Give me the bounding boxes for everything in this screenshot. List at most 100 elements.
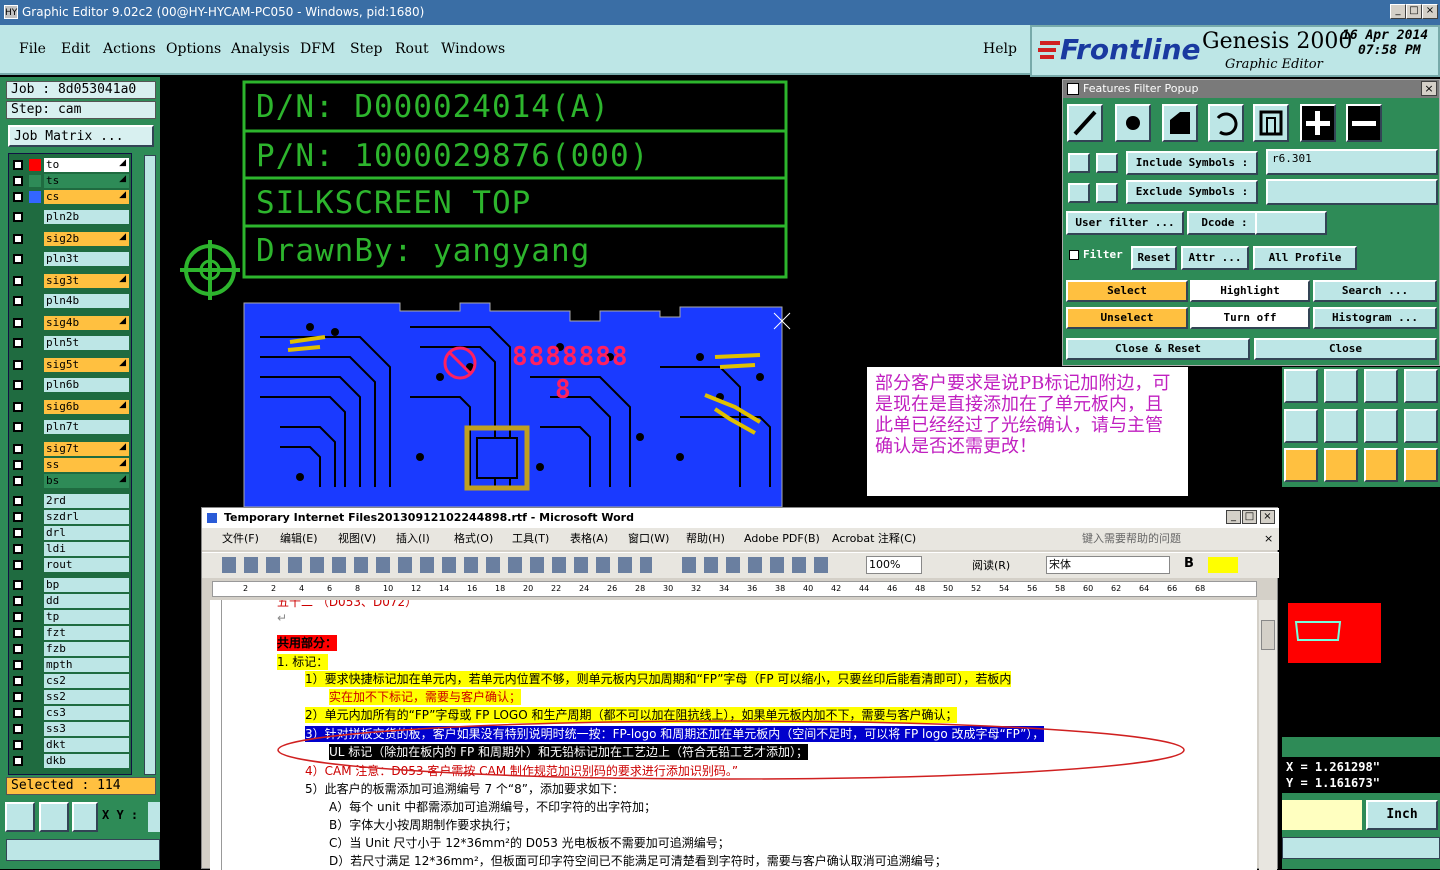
layer-menu-icon[interactable]: ◢ [119, 474, 126, 484]
layer-row-dkt[interactable]: dkt [11, 738, 129, 752]
reset-button[interactable]: Reset [1131, 246, 1177, 270]
layer-name[interactable]: cs [44, 190, 129, 204]
line-move-icon[interactable] [1324, 369, 1358, 403]
layer-name[interactable]: ts [44, 174, 129, 188]
word-menu-table[interactable]: 表格(A) [570, 528, 608, 550]
layer-name[interactable]: szdrl [44, 510, 129, 524]
triangle-tool-4-icon[interactable] [1404, 409, 1438, 443]
layer-checkbox[interactable] [13, 628, 23, 638]
layer-checkbox[interactable] [13, 612, 23, 622]
layer-checkbox[interactable] [13, 580, 23, 590]
coords-input[interactable] [1282, 800, 1362, 830]
word-menu-tools[interactable]: 工具(T) [512, 528, 549, 550]
layer-name[interactable]: bs [44, 474, 129, 488]
close-reset-button[interactable]: Close & Reset [1066, 338, 1250, 360]
dcode-input[interactable] [1255, 211, 1327, 235]
layer-checkbox[interactable] [13, 360, 23, 370]
layer-row-bs[interactable]: bs ◢ [11, 474, 129, 488]
pointer-box-icon[interactable] [1324, 448, 1358, 482]
layer-menu-icon[interactable]: ◢ [119, 158, 126, 168]
layer-checkbox[interactable] [13, 460, 23, 470]
word-menu-adobe-pdf[interactable]: Adobe PDF(B) [744, 528, 820, 550]
grid-tool-icon[interactable] [72, 802, 98, 832]
include-symbols-input[interactable]: r6.301 [1266, 149, 1438, 175]
layer-menu-icon[interactable]: ◢ [119, 232, 126, 242]
layer-row-sig7t[interactable]: sig7t ◢ [11, 442, 129, 456]
word-menu-view[interactable]: 视图(V) [338, 528, 376, 550]
toolbar-icons[interactable] [222, 557, 652, 573]
layer-name[interactable]: bp [44, 578, 129, 592]
word-doc-close-icon[interactable]: × [1264, 528, 1273, 550]
xy-input[interactable] [148, 802, 160, 832]
layer-row-pln7t[interactable]: pln7t [11, 420, 129, 434]
minimize-button[interactable]: _ [1390, 4, 1406, 19]
layer-name[interactable]: rout [44, 558, 129, 572]
layer-row-szdrl[interactable]: szdrl [11, 510, 129, 524]
layer-row-cs3[interactable]: cs3 [11, 706, 129, 720]
layer-checkbox[interactable] [13, 740, 23, 750]
layer-row-dd[interactable]: dd [11, 594, 129, 608]
layer-row-cs[interactable]: cs ◢ [11, 190, 129, 204]
layer-menu-icon[interactable]: ◢ [119, 400, 126, 410]
layer-name[interactable]: sig3t [44, 274, 129, 288]
layer-checkbox[interactable] [13, 756, 23, 766]
layer-checkbox[interactable] [13, 444, 23, 454]
layer-checkbox[interactable] [13, 724, 23, 734]
layer-checkbox[interactable] [13, 676, 23, 686]
layer-color-icon[interactable] [29, 175, 41, 187]
layer-row-ts[interactable]: ts ◢ [11, 174, 129, 188]
layer-checkbox[interactable] [13, 276, 23, 286]
layer-menu-icon[interactable]: ◢ [119, 358, 126, 368]
layer-scrollbar[interactable] [144, 155, 156, 775]
triangle-tool-icon[interactable] [1284, 409, 1318, 443]
layer-name[interactable]: tp [44, 610, 129, 624]
layer-row-sig2b[interactable]: sig2b ◢ [11, 232, 129, 246]
layer-checkbox[interactable] [13, 176, 23, 186]
filter-checkbox[interactable] [1069, 250, 1079, 260]
layer-checkbox[interactable] [13, 528, 23, 538]
layer-checkbox[interactable] [13, 596, 23, 606]
word-maximize-button[interactable]: □ [1242, 510, 1257, 524]
layer-checkbox[interactable] [13, 544, 23, 554]
layer-row-2rd[interactable]: 2rd [11, 494, 129, 508]
pointer-icon[interactable] [1284, 448, 1318, 482]
layer-color-icon[interactable] [29, 191, 41, 203]
select-button[interactable]: Select [1066, 280, 1188, 302]
all-profile-select[interactable]: All Profile [1253, 246, 1357, 270]
layer-row-sig3t[interactable]: sig3t ◢ [11, 274, 129, 288]
layer-row-sig4b[interactable]: sig4b ◢ [11, 316, 129, 330]
layer-name[interactable]: cs2 [44, 674, 129, 688]
word-menu-insert[interactable]: 插入(I) [396, 528, 430, 550]
layer-checkbox[interactable] [13, 212, 23, 222]
layer-checkbox[interactable] [13, 692, 23, 702]
word-menu-acrobat[interactable]: Acrobat 注释(C) [832, 528, 916, 550]
menu-help[interactable]: Help [983, 41, 1017, 57]
include-arrow-icon[interactable] [1068, 153, 1090, 173]
layer-checkbox[interactable] [13, 254, 23, 264]
layer-name[interactable]: mpth [44, 658, 129, 672]
layer-row-sig6b[interactable]: sig6b ◢ [11, 400, 129, 414]
layer-row-ss[interactable]: ss ◢ [11, 458, 129, 472]
layer-menu-icon[interactable]: ◢ [119, 442, 126, 452]
group-icon[interactable] [1404, 369, 1438, 403]
layer-name[interactable]: sig7t [44, 442, 129, 456]
word-menu-format[interactable]: 格式(O) [454, 528, 493, 550]
pad-feature-icon[interactable] [1115, 104, 1151, 142]
layer-row-cs2[interactable]: cs2 [11, 674, 129, 688]
layer-name[interactable]: sig4b [44, 316, 129, 330]
layer-row-tp[interactable]: tp [11, 610, 129, 624]
word-menu-help[interactable]: 帮助(H) [686, 528, 725, 550]
layer-name[interactable]: dkb [44, 754, 129, 768]
pointer-polygon-icon[interactable] [1404, 448, 1438, 482]
close-popup-button[interactable]: Close [1254, 338, 1437, 360]
measure-tool-icon[interactable] [5, 802, 35, 832]
layer-name[interactable]: sig5t [44, 358, 129, 372]
layer-checkbox[interactable] [13, 318, 23, 328]
layer-name[interactable]: sig2b [44, 232, 129, 246]
scroll-thumb[interactable] [1261, 620, 1275, 650]
layer-row-pln5t[interactable]: pln5t [11, 336, 129, 350]
zoom-select[interactable]: 100% [866, 556, 922, 574]
layer-name[interactable]: fzt [44, 626, 129, 640]
units-button[interactable]: Inch [1366, 800, 1438, 830]
layer-name[interactable]: pln6b [44, 378, 129, 392]
